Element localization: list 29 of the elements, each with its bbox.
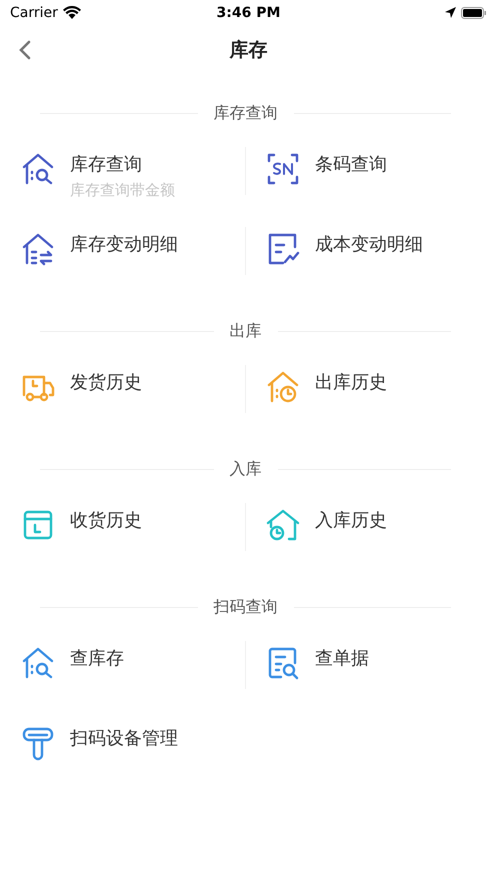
carrier-name: Carrier (10, 4, 58, 20)
menu-item[interactable]: 入库历史 (315, 509, 387, 533)
menu-item[interactable]: 库存查询 (70, 153, 175, 177)
serial-number-icon (265, 151, 301, 187)
menu-item[interactable]: 库存变动明细 (70, 233, 178, 257)
house-search-icon (20, 645, 56, 681)
house-clock-icon (265, 369, 301, 405)
page-title: 库存 (230, 38, 268, 63)
status-time: 3:46 PM (216, 4, 280, 20)
house-clock-icon (265, 507, 301, 543)
menu-item[interactable]: 收货历史 (70, 509, 142, 533)
section-title: 库存查询 (214, 102, 278, 124)
menu-item[interactable]: 出库历史 (315, 371, 387, 395)
section-title: 出库 (230, 320, 262, 342)
section-title: 入库 (230, 458, 262, 480)
section-title: 扫码查询 (214, 596, 278, 618)
house-list-icon (20, 231, 56, 267)
menu-item[interactable]: 查库存 (70, 647, 124, 671)
location-arrow-icon (444, 7, 456, 18)
menu-item[interactable]: 查单据 (315, 647, 369, 671)
battery-icon (460, 6, 487, 18)
menu-item-subtitle: 库存查询带金额 (70, 181, 175, 200)
menu-item[interactable]: 发货历史 (70, 371, 142, 395)
house-search-icon (20, 151, 56, 187)
menu-item[interactable]: 成本变动明细 (315, 233, 423, 257)
wifi-icon (62, 6, 81, 19)
menu-item[interactable]: 条码查询 (315, 153, 387, 177)
scanner-icon (20, 725, 56, 761)
menu-item[interactable]: 扫码设备管理 (70, 727, 178, 751)
